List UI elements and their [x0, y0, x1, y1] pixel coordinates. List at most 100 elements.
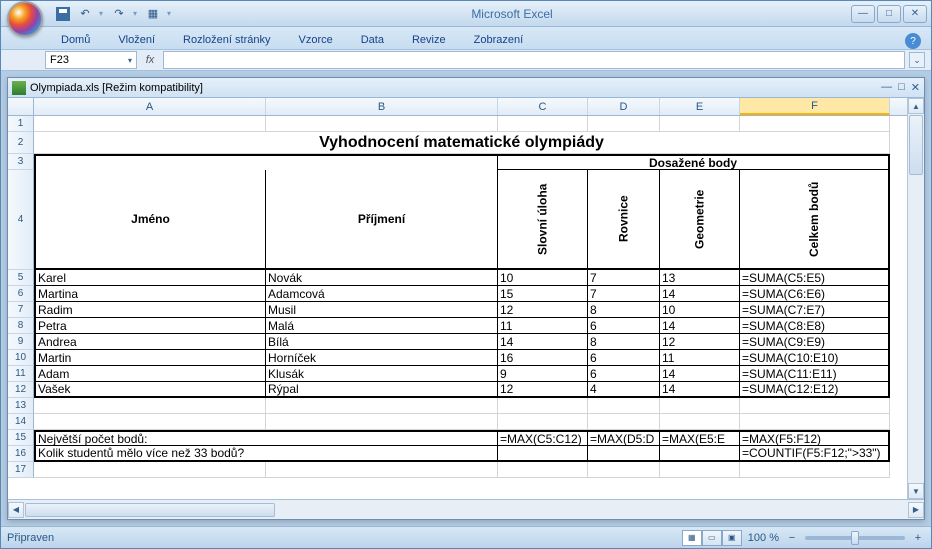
wb-close-button[interactable]: ✕: [911, 81, 920, 94]
cell[interactable]: 14: [660, 286, 740, 302]
office-button[interactable]: [7, 1, 43, 37]
row-header[interactable]: 12: [8, 382, 34, 398]
view-pagelayout-icon[interactable]: ▭: [702, 530, 722, 546]
expand-formula-icon[interactable]: ⌄: [909, 52, 925, 68]
cells[interactable]: Vyhodnocení matematické olympiády Dosaže…: [34, 116, 907, 478]
row-header[interactable]: 4: [8, 170, 34, 270]
col-header-f[interactable]: F: [740, 98, 890, 115]
row-header[interactable]: 17: [8, 462, 34, 478]
row-header[interactable]: 9: [8, 334, 34, 350]
tab-insert[interactable]: Vložení: [104, 31, 169, 49]
cell[interactable]: Karel: [34, 270, 266, 286]
qat-more-icon[interactable]: ▦: [145, 6, 161, 22]
cell[interactable]: Martina: [34, 286, 266, 302]
header-celkem[interactable]: Celkem bodů: [740, 170, 890, 270]
scroll-down-icon[interactable]: ▼: [908, 483, 924, 499]
row-header[interactable]: 5: [8, 270, 34, 286]
zoom-out-icon[interactable]: −: [785, 531, 799, 545]
header-prijmeni[interactable]: Příjmení: [266, 170, 498, 270]
save-icon[interactable]: [55, 6, 71, 22]
header-slovni[interactable]: Slovní úloha: [498, 170, 588, 270]
cell[interactable]: =SUMA(C6:E6): [740, 286, 890, 302]
cell[interactable]: 6: [588, 350, 660, 366]
cell[interactable]: 7: [588, 286, 660, 302]
tab-data[interactable]: Data: [347, 31, 398, 49]
cell[interactable]: Adamcová: [266, 286, 498, 302]
cell[interactable]: =SUMA(C10:E10): [740, 350, 890, 366]
zoom-in-icon[interactable]: +: [911, 531, 925, 545]
redo-dropdown-icon[interactable]: ▾: [133, 9, 139, 18]
close-button[interactable]: ✕: [903, 5, 927, 23]
cell[interactable]: [266, 430, 498, 446]
header-jmeno[interactable]: Jméno: [34, 170, 266, 270]
cell[interactable]: Malá: [266, 318, 498, 334]
cell[interactable]: =MAX(C5:C12): [498, 430, 588, 446]
vertical-scrollbar[interactable]: ▲ ▼: [907, 98, 924, 499]
cell[interactable]: Musil: [266, 302, 498, 318]
cell[interactable]: =SUMA(C9:E9): [740, 334, 890, 350]
undo-icon[interactable]: ↶: [77, 6, 93, 22]
scroll-up-icon[interactable]: ▲: [908, 98, 924, 114]
view-pagebreak-icon[interactable]: ▣: [722, 530, 742, 546]
cell[interactable]: 11: [660, 350, 740, 366]
cell[interactable]: 9: [498, 366, 588, 382]
tab-home[interactable]: Domů: [47, 31, 104, 49]
tab-formulas[interactable]: Vzorce: [284, 31, 346, 49]
row-header[interactable]: 15: [8, 430, 34, 446]
cell[interactable]: 7: [588, 270, 660, 286]
cell[interactable]: Radim: [34, 302, 266, 318]
undo-dropdown-icon[interactable]: ▾: [99, 9, 105, 18]
tab-view[interactable]: Zobrazení: [460, 31, 538, 49]
row-header[interactable]: 3: [8, 154, 34, 170]
cell[interactable]: Novák: [266, 270, 498, 286]
cell[interactable]: 10: [498, 270, 588, 286]
cell[interactable]: Andrea: [34, 334, 266, 350]
col-header-e[interactable]: E: [660, 98, 740, 115]
namebox-dropdown-icon[interactable]: ▾: [128, 56, 132, 65]
cell[interactable]: 13: [660, 270, 740, 286]
cell[interactable]: 14: [660, 382, 740, 398]
cell[interactable]: =SUMA(C12:E12): [740, 382, 890, 398]
col-header-a[interactable]: A: [34, 98, 266, 115]
cell[interactable]: Největší počet bodů:: [34, 430, 266, 446]
cell[interactable]: Horníček: [266, 350, 498, 366]
row-header[interactable]: 7: [8, 302, 34, 318]
row-header[interactable]: 14: [8, 414, 34, 430]
cell[interactable]: =COUNTIF(F5:F12;">33"): [740, 446, 890, 462]
cell[interactable]: =SUMA(C8:E8): [740, 318, 890, 334]
col-header-c[interactable]: C: [498, 98, 588, 115]
help-icon[interactable]: ?: [905, 33, 921, 49]
col-header-d[interactable]: D: [588, 98, 660, 115]
sheet-title[interactable]: Vyhodnocení matematické olympiády: [34, 132, 890, 154]
row-header[interactable]: 6: [8, 286, 34, 302]
header-rovnice[interactable]: Rovnice: [588, 170, 660, 270]
wb-maximize-button[interactable]: □: [898, 81, 905, 94]
header-geometrie[interactable]: Geometrie: [660, 170, 740, 270]
row-header[interactable]: 16: [8, 446, 34, 462]
zoom-knob[interactable]: [851, 531, 859, 545]
fx-icon[interactable]: fx: [141, 54, 159, 66]
cell[interactable]: Adam: [34, 366, 266, 382]
cell[interactable]: [266, 446, 498, 462]
cell[interactable]: Rýpal: [266, 382, 498, 398]
cell[interactable]: 6: [588, 318, 660, 334]
cell[interactable]: 6: [588, 366, 660, 382]
cell[interactable]: [588, 446, 660, 462]
scroll-left-icon[interactable]: ◀: [8, 502, 24, 518]
cell[interactable]: =SUMA(C11:E11): [740, 366, 890, 382]
cell[interactable]: 4: [588, 382, 660, 398]
cell[interactable]: =SUMA(C7:E7): [740, 302, 890, 318]
horizontal-scrollbar[interactable]: ◀ ▶: [8, 500, 924, 519]
cell[interactable]: Klusák: [266, 366, 498, 382]
cell[interactable]: Martin: [34, 350, 266, 366]
cell[interactable]: 10: [660, 302, 740, 318]
scroll-thumb[interactable]: [909, 115, 923, 175]
cell[interactable]: 11: [498, 318, 588, 334]
cell[interactable]: Kolik studentů mělo více než 33 bodů?: [34, 446, 266, 462]
row-header[interactable]: 13: [8, 398, 34, 414]
cell[interactable]: =MAX(E5:E: [660, 430, 740, 446]
cell[interactable]: [498, 446, 588, 462]
scroll-right-icon[interactable]: ▶: [908, 502, 924, 518]
cell[interactable]: Bílá: [266, 334, 498, 350]
row-header[interactable]: 2: [8, 132, 34, 154]
